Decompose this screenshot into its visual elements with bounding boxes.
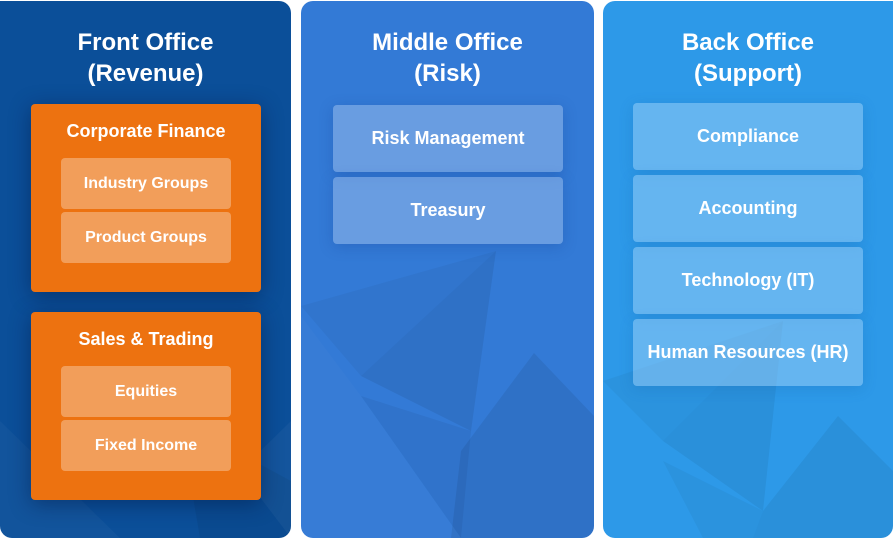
front-office-panel: Front Office (Revenue) Corporate Finance… (0, 1, 291, 538)
middle-office-panel: Middle Office (Risk) Risk Management Tre… (301, 1, 594, 538)
back-office-title: Back Office (Support) (603, 27, 893, 89)
compliance-box: Compliance (633, 103, 863, 170)
back-office-panel: Back Office (Support) Compliance Account… (603, 1, 893, 538)
industry-groups-box: Industry Groups (61, 158, 231, 209)
front-office-title: Front Office (Revenue) (0, 27, 291, 89)
corporate-finance-group: Corporate Finance Industry Groups Produc… (31, 104, 261, 292)
product-groups-box: Product Groups (61, 212, 231, 263)
middle-office-title: Middle Office (Risk) (301, 27, 594, 89)
treasury-box: Treasury (333, 177, 563, 244)
title-line-2: (Revenue) (87, 60, 204, 87)
title-line-2: (Support) (694, 60, 802, 87)
risk-management-box: Risk Management (333, 105, 563, 172)
group-title: Sales & Trading (78, 329, 214, 349)
title-line-1: Middle Office (372, 29, 523, 56)
title-line-1: Back Office (681, 29, 815, 56)
accounting-box: Accounting (633, 175, 863, 242)
sales-trading-group: Sales & Trading Equities Fixed Income (31, 312, 261, 500)
technology-box: Technology (IT) (633, 247, 863, 314)
title-line-1: Front Office (77, 29, 214, 56)
title-line-2: (Risk) (414, 60, 481, 87)
equities-box: Equities (61, 366, 231, 417)
group-title: Corporate Finance (66, 121, 226, 141)
fixed-income-box: Fixed Income (61, 420, 231, 471)
human-resources-box: Human Resources (HR) (633, 319, 863, 386)
